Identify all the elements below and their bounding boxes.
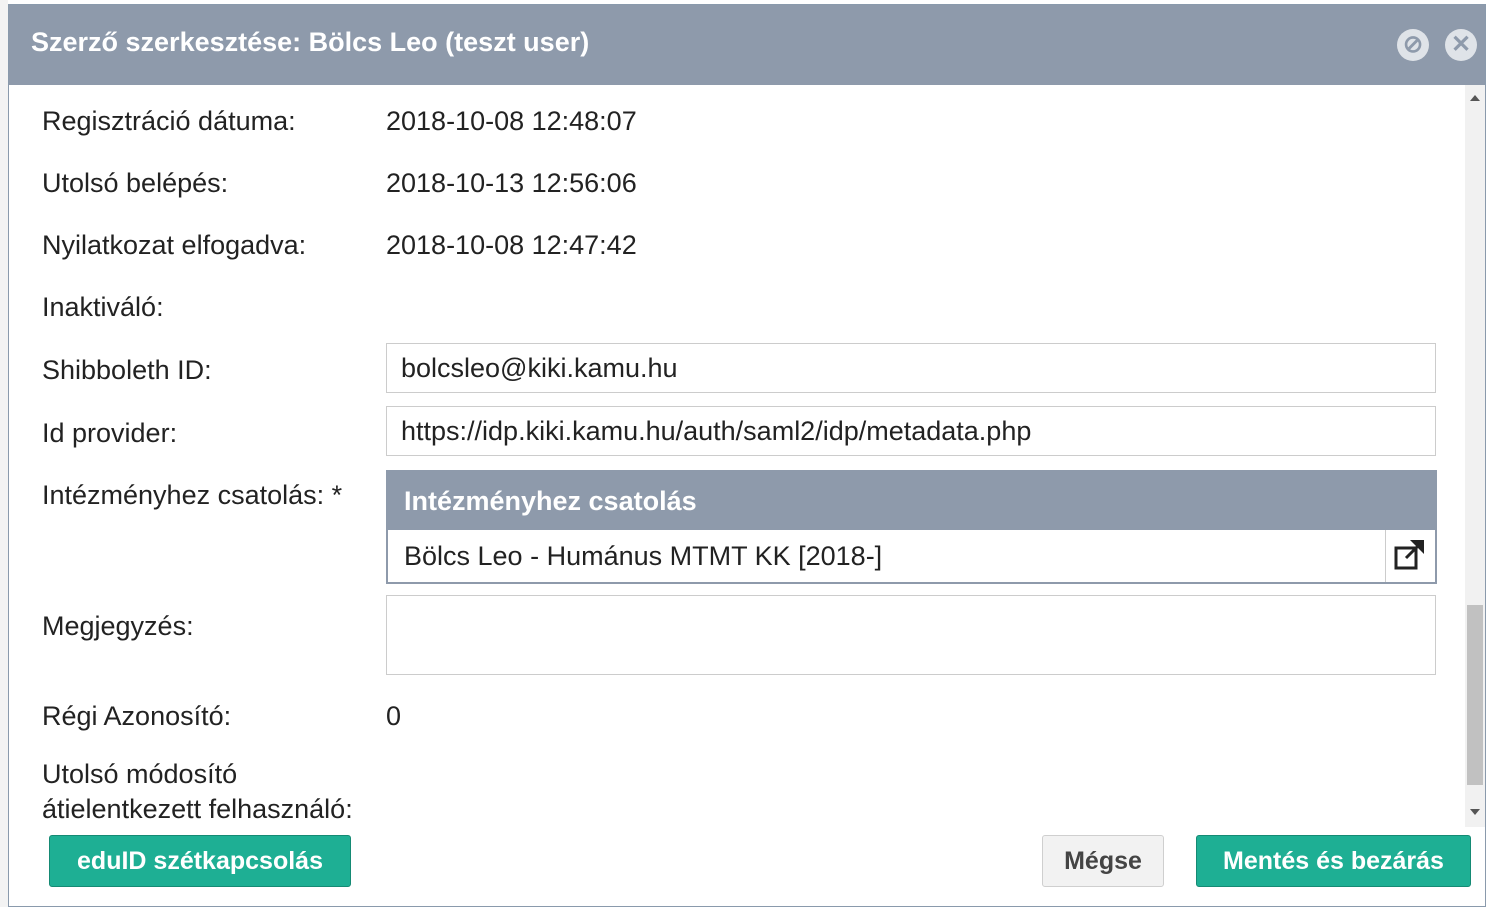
registration-date-value: 2018-10-08 12:48:07: [386, 106, 637, 136]
last-modifier-label-line1: Utolsó módosító: [42, 759, 238, 789]
scroll-down-icon[interactable]: [1470, 809, 1480, 815]
note-textarea[interactable]: [386, 595, 1436, 675]
institution-link-row[interactable]: Bölcs Leo - Humánus MTMT KK [2018-]: [404, 530, 882, 582]
scroll-up-icon[interactable]: [1470, 95, 1480, 101]
inactivator-label: Inaktiváló:: [42, 292, 164, 322]
institution-link-label: Intézményhez csatolás: *: [42, 478, 342, 512]
id-provider-input[interactable]: https://idp.kiki.kamu.hu/auth/saml2/idp/…: [386, 406, 1436, 456]
eduid-disconnect-button[interactable]: eduID szétkapcsolás: [49, 835, 351, 887]
last-modifier-label-line2: átielentkezett felhasználó:: [42, 794, 353, 824]
open-link-icon[interactable]: [1385, 530, 1435, 582]
registration-date-label: Regisztráció dátuma:: [42, 106, 296, 136]
hide-icon[interactable]: ⊘: [1397, 29, 1429, 61]
declaration-accepted-label: Nyilatkozat elfogadva:: [42, 230, 307, 260]
institution-link-header: Intézményhez csatolás: [388, 472, 1435, 530]
dialog-titlebar: Szerző szerkesztése: Bölcs Leo (teszt us…: [9, 5, 1485, 85]
institution-link-label-text: Intézményhez csatolás:: [42, 480, 325, 510]
cancel-button[interactable]: Mégse: [1042, 835, 1164, 887]
scrollbar[interactable]: [1465, 85, 1485, 827]
dialog-content: Regisztráció dátuma: 2018-10-08 12:48:07…: [9, 85, 1467, 827]
id-provider-label: Id provider:: [42, 418, 178, 448]
last-login-value: 2018-10-13 12:56:06: [386, 168, 637, 198]
note-label: Megjegyzés:: [42, 611, 194, 641]
save-and-close-button[interactable]: Mentés és bezárás: [1196, 835, 1471, 887]
scrollbar-thumb[interactable]: [1467, 605, 1483, 785]
last-login-label: Utolsó belépés:: [42, 168, 229, 198]
old-id-label: Régi Azonosító:: [42, 701, 232, 731]
required-mark: *: [331, 480, 343, 510]
declaration-accepted-value: 2018-10-08 12:47:42: [386, 230, 637, 260]
close-icon[interactable]: ✕: [1445, 29, 1477, 61]
background-edge: [0, 0, 8, 907]
shibboleth-id-label: Shibboleth ID:: [42, 355, 212, 385]
institution-link-panel: Intézményhez csatolás Bölcs Leo - Humánu…: [386, 470, 1437, 584]
shibboleth-id-input[interactable]: bolcsleo@kiki.kamu.hu: [386, 343, 1436, 393]
edit-author-dialog: Szerző szerkesztése: Bölcs Leo (teszt us…: [8, 4, 1486, 907]
old-id-value: 0: [386, 701, 402, 731]
dialog-title: Szerző szerkesztése: Bölcs Leo (teszt us…: [31, 27, 590, 57]
